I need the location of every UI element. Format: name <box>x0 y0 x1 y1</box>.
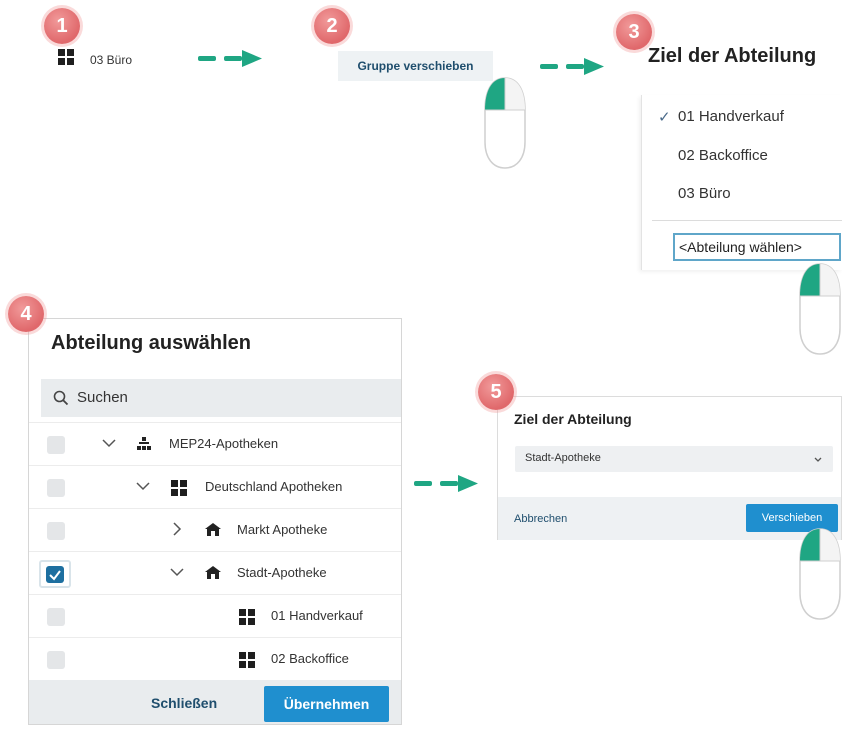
select-department-dialog: Abteilung auswählen Suchen MEP24-Apothek… <box>28 318 402 725</box>
tree-row[interactable]: Stadt-Apotheke <box>29 551 401 594</box>
target-department-dialog: Ziel der Abteilung Stadt-Apotheke Abbrec… <box>497 396 842 540</box>
group-grid-icon <box>171 480 187 496</box>
dialog-title: Ziel der Abteilung <box>514 411 632 427</box>
tree-row-label: Deutschland Apotheken <box>205 479 343 494</box>
dialog-title: Abteilung auswählen <box>51 332 252 354</box>
step-badge-1: 1 <box>44 8 80 44</box>
dropdown-option[interactable]: 03 Büro <box>678 185 731 202</box>
tree-row[interactable]: MEP24-Apotheken <box>29 422 401 465</box>
tree-row-label: 02 Backoffice <box>271 651 349 666</box>
mouse-left-click-icon <box>799 263 841 355</box>
department-select[interactable]: Stadt-Apotheke <box>515 446 833 472</box>
checkmark-icon: ✓ <box>658 109 671 126</box>
tree-row[interactable]: 02 Backoffice <box>29 637 401 680</box>
group-grid-icon <box>58 49 74 65</box>
row-checkbox[interactable] <box>47 522 65 540</box>
chevron-down-icon[interactable] <box>135 478 151 494</box>
arrow-right-icon <box>414 475 478 492</box>
mouse-left-click-icon <box>799 528 841 620</box>
step-badge-4: 4 <box>8 296 44 332</box>
group-grid-icon <box>239 609 255 625</box>
tree-row-label: Markt Apotheke <box>237 522 328 537</box>
search-icon <box>53 390 69 406</box>
row-checkbox[interactable] <box>47 651 65 669</box>
apply-button[interactable]: Übernehmen <box>264 686 389 722</box>
tree-row[interactable]: Deutschland Apotheken <box>29 465 401 508</box>
arrow-right-icon <box>198 50 262 67</box>
row-checkbox-checked[interactable] <box>39 560 71 588</box>
row-checkbox[interactable] <box>47 479 65 497</box>
cancel-button[interactable]: Abbrechen <box>514 513 567 525</box>
step-badge-5: 5 <box>478 374 514 410</box>
pharmacy-store-icon <box>205 566 221 579</box>
chevron-right-icon[interactable] <box>169 521 185 537</box>
search-input[interactable]: Suchen <box>41 379 401 417</box>
choose-department-option[interactable]: <Abteilung wählen> <box>673 233 841 261</box>
organization-icon <box>137 437 151 450</box>
dropdown-option[interactable]: 01 Handverkauf <box>678 108 784 125</box>
mouse-left-click-icon <box>484 77 526 169</box>
target-department-title: Ziel der Abteilung <box>648 45 817 67</box>
row-checkbox[interactable] <box>47 436 65 454</box>
chevron-down-icon[interactable] <box>101 435 117 451</box>
tree-row-label: Stadt-Apotheke <box>237 565 327 580</box>
select-value: Stadt-Apotheke <box>525 452 601 464</box>
tree-row[interactable]: 01 Handverkauf <box>29 594 401 637</box>
close-button[interactable]: Schließen <box>151 695 217 711</box>
step-badge-2: 2 <box>314 8 350 44</box>
group-item-label[interactable]: 03 Büro <box>90 53 132 67</box>
check-icon <box>49 570 61 581</box>
group-grid-icon <box>239 652 255 668</box>
dialog-footer: Abbrechen Verschieben <box>498 497 841 540</box>
row-checkbox[interactable] <box>47 608 65 626</box>
tree-row-label: 01 Handverkauf <box>271 608 363 623</box>
chevron-down-icon <box>814 457 822 462</box>
tree-row-label: MEP24-Apotheken <box>169 436 279 451</box>
pharmacy-store-icon <box>205 523 221 536</box>
move-group-button[interactable]: Gruppe verschieben <box>338 51 493 81</box>
tree-row[interactable]: Markt Apotheke <box>29 508 401 551</box>
search-placeholder: Suchen <box>77 389 128 406</box>
dropdown-option[interactable]: 02 Backoffice <box>678 147 768 164</box>
chevron-down-icon[interactable] <box>169 564 185 580</box>
arrow-right-icon <box>540 58 604 75</box>
department-dropdown-menu: ✓ 01 Handverkauf 02 Backoffice 03 Büro <… <box>641 95 842 270</box>
dialog-footer: Schließen Übernehmen <box>29 680 401 724</box>
step-badge-3: 3 <box>616 14 652 50</box>
dropdown-divider <box>652 220 842 221</box>
